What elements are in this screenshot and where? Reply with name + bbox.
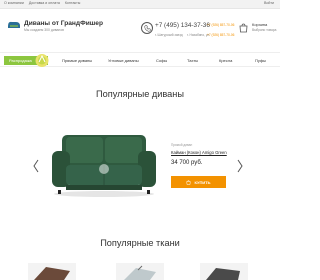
carousel-prev-icon[interactable]: [32, 158, 40, 174]
phone-icon: [141, 22, 153, 34]
link-delivery[interactable]: Доставка и оплата: [29, 1, 60, 5]
phone-small-2[interactable]: +7 (926) 857-70-06: [207, 33, 234, 37]
sale-badge-icon: [35, 54, 49, 67]
main-nav: Распродажа Прямые диваны Угловые диваны …: [0, 52, 280, 67]
buy-button-label: КУПИТЬ: [194, 179, 211, 185]
brand-name[interactable]: Диваны от ГрандФишер: [24, 20, 103, 27]
cart-subtitle: Выбрано товара: [252, 28, 277, 32]
nav-item-corner-sofas[interactable]: Угловые диваны: [108, 58, 139, 63]
cart-small-icon: [186, 179, 191, 185]
cart-icon[interactable]: [239, 23, 248, 33]
brand-tagline: Мы создаем 300 диванов: [24, 28, 64, 32]
cart-title[interactable]: Корзина: [252, 22, 267, 27]
nav-item-ottomans[interactable]: Тахты: [187, 58, 198, 63]
login-link[interactable]: Войти: [264, 1, 274, 5]
top-bar: О компании Доставка и оплата Контакты Во…: [0, 0, 280, 9]
fabric-image-3[interactable]: [200, 263, 248, 280]
product-category: Прямой диван: [171, 143, 193, 147]
address-1: г. Шатурский заезд: [155, 33, 183, 37]
top-links: О компании Доставка и оплата Контакты: [4, 1, 80, 5]
nav-item-armchairs[interactable]: Кресла: [219, 58, 232, 63]
link-about[interactable]: О компании: [4, 1, 24, 5]
logo-icon[interactable]: [7, 19, 21, 29]
carousel-next-icon[interactable]: [236, 158, 244, 174]
buy-button[interactable]: КУПИТЬ: [171, 176, 226, 188]
phone-main[interactable]: +7 (495) 134-37-36: [155, 22, 210, 29]
fabric-image-2[interactable]: [116, 263, 164, 280]
nav-item-sofas[interactable]: Софы: [156, 58, 167, 63]
fabric-image-1[interactable]: [28, 263, 76, 280]
popular-sofas-title: Популярные диваны: [96, 89, 184, 99]
product-price: 34 700 руб.: [171, 160, 203, 166]
nav-item-straight-sofas[interactable]: Прямые диваны: [62, 58, 92, 63]
nav-item-poufs[interactable]: Пуфы: [255, 58, 266, 63]
product-name[interactable]: Кайман (Кокон) Amigo Green: [171, 150, 227, 155]
header: Диваны от ГрандФишер Мы создаем 300 дива…: [0, 9, 280, 46]
popular-fabrics-title: Популярные ткани: [100, 238, 180, 248]
product-image[interactable]: [48, 121, 160, 199]
phone-small-1[interactable]: +7 (926) 857-70-06: [207, 23, 234, 27]
link-contacts[interactable]: Контакты: [65, 1, 81, 5]
